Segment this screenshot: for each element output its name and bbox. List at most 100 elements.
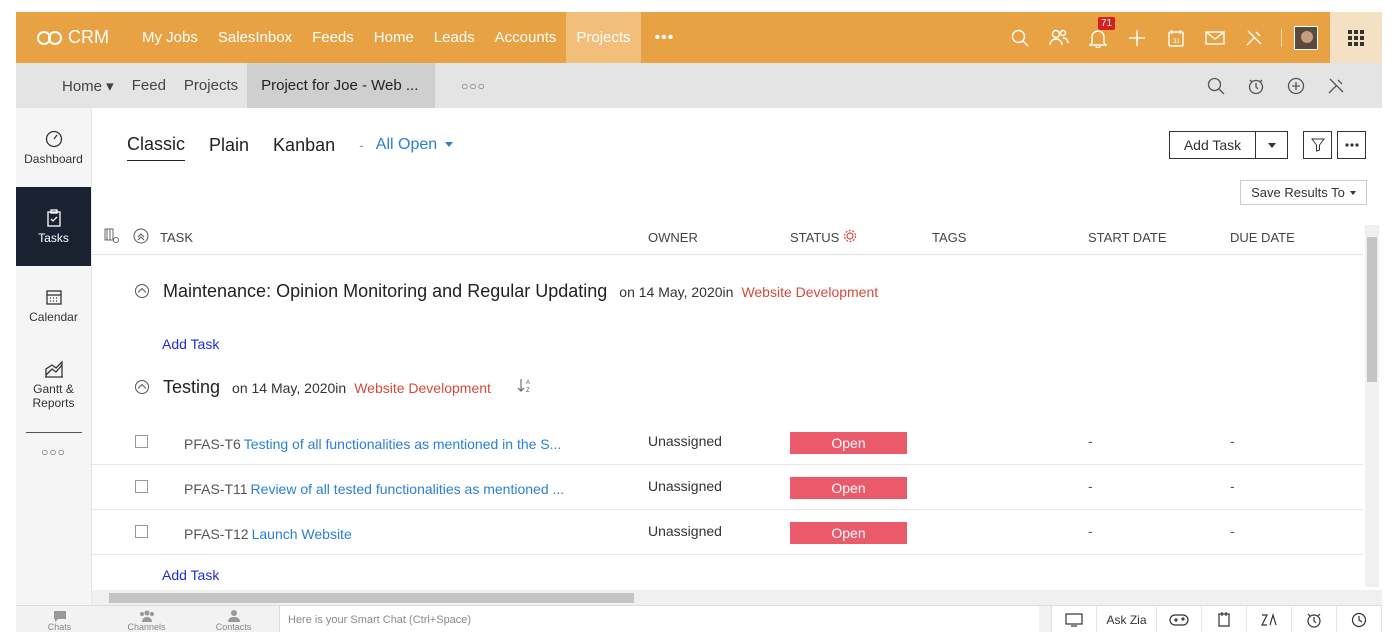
column-settings-icon[interactable] <box>104 228 120 244</box>
task-owner[interactable]: Unassigned <box>648 433 722 449</box>
more-options-button[interactable] <box>1337 131 1366 159</box>
subnav-home-dropdown[interactable]: Home ▾ <box>53 63 123 108</box>
scrollbar-thumb[interactable] <box>1367 237 1377 382</box>
task-owner[interactable]: Unassigned <box>648 523 722 539</box>
search-icon[interactable] <box>1000 12 1039 63</box>
channels-button[interactable]: Channels <box>103 606 190 632</box>
nav-home[interactable]: Home <box>364 12 424 63</box>
collapse-group-icon[interactable] <box>135 284 149 298</box>
task-due-date[interactable]: - <box>1230 523 1235 539</box>
add-task-link[interactable]: Add Task <box>162 336 219 352</box>
contacts-button[interactable]: Contacts <box>190 606 277 632</box>
filter-dropdown[interactable]: All Open <box>376 136 454 159</box>
ask-zia-button[interactable]: Ask Zia <box>1097 606 1157 632</box>
column-status[interactable]: STATUS <box>790 230 839 245</box>
task-id: PFAS-T6 <box>184 436 241 452</box>
vertical-scrollbar[interactable] <box>1365 225 1379 587</box>
column-tags[interactable]: TAGS <box>932 230 966 245</box>
sidebar-item-tasks[interactable]: Tasks <box>16 187 91 266</box>
collapse-group-icon[interactable] <box>135 380 149 394</box>
alarm-clock-icon[interactable] <box>1292 606 1337 632</box>
add-circle-icon[interactable] <box>1276 77 1316 95</box>
crm-logo[interactable]: CRM <box>16 27 132 48</box>
nav-salesinbox[interactable]: SalesInbox <box>208 12 302 63</box>
add-task-split-button: Add Task <box>1169 131 1288 159</box>
history-icon[interactable] <box>1337 606 1382 632</box>
save-results-dropdown[interactable]: Save Results To <box>1240 180 1367 205</box>
task-list-project-link[interactable]: Website Development <box>741 284 878 300</box>
task-name-link[interactable]: Testing of all functionalities as mentio… <box>244 436 562 452</box>
subnav-more-button[interactable]: ○○○ <box>435 79 512 93</box>
search-icon[interactable] <box>1196 77 1236 95</box>
horizontal-scrollbar[interactable] <box>92 590 1382 605</box>
task-id-cell: PFAS-T6 Testing of all functionalities as… <box>184 436 561 452</box>
nav-leads[interactable]: Leads <box>424 12 485 63</box>
status-settings-icon[interactable] <box>843 229 857 243</box>
sidebar-item-gantt-reports[interactable]: Gantt & Reports <box>16 345 91 424</box>
screen-share-icon[interactable] <box>1052 606 1097 632</box>
status-badge[interactable]: Open <box>790 522 907 544</box>
nav-my-jobs[interactable]: My Jobs <box>132 12 208 63</box>
add-task-button[interactable]: Add Task <box>1170 132 1256 158</box>
tab-plain[interactable]: Plain <box>209 135 249 161</box>
user-avatar[interactable] <box>1294 25 1318 50</box>
column-due-date[interactable]: DUE DATE <box>1230 230 1295 245</box>
collapse-all-icon[interactable] <box>133 228 149 244</box>
notifications-bell-icon[interactable]: 71 <box>1078 12 1117 63</box>
task-name-link[interactable]: Review of all tested functionalities as … <box>251 481 565 497</box>
add-icon[interactable] <box>1117 12 1156 63</box>
task-checkbox[interactable] <box>135 480 148 493</box>
table-row[interactable]: PFAS-T11 Review of all tested functionali… <box>92 465 1363 510</box>
notes-icon[interactable] <box>1202 606 1247 632</box>
column-task[interactable]: TASK <box>160 230 193 245</box>
task-name-link[interactable]: Launch Website <box>252 526 352 542</box>
nav-more-button[interactable]: ••• <box>641 12 689 63</box>
column-start-date[interactable]: START DATE <box>1088 230 1167 245</box>
chats-button[interactable]: Chats <box>16 606 103 632</box>
table-row[interactable]: PFAS-T12 Launch Website Unassigned Open -… <box>92 510 1363 555</box>
gamepad-icon[interactable] <box>1157 606 1202 632</box>
task-start-date[interactable]: - <box>1088 478 1093 494</box>
sort-az-icon[interactable]: AZ <box>517 377 533 393</box>
timer-icon[interactable] <box>1236 77 1276 95</box>
scrollbar-thumb[interactable] <box>109 593 634 603</box>
sidebar-item-calendar[interactable]: Calendar <box>16 266 91 345</box>
apps-grid-icon[interactable] <box>1330 12 1382 63</box>
task-start-date[interactable]: - <box>1088 433 1093 449</box>
subnav-projects[interactable]: Projects <box>175 63 247 108</box>
subnav-feed[interactable]: Feed <box>123 63 175 108</box>
tab-kanban[interactable]: Kanban <box>273 135 335 161</box>
sidebar-item-dashboard[interactable]: Dashboard <box>16 108 91 187</box>
tab-classic[interactable]: Classic <box>127 134 186 161</box>
users-icon[interactable] <box>1039 12 1078 63</box>
task-due-date[interactable]: - <box>1230 478 1235 494</box>
chat-bubble-icon <box>53 611 66 622</box>
nav-feeds[interactable]: Feeds <box>302 12 364 63</box>
add-task-link[interactable]: Add Task <box>162 567 219 583</box>
task-checkbox[interactable] <box>135 525 148 538</box>
more-dots-icon <box>1344 143 1359 147</box>
status-badge[interactable]: Open <box>790 432 907 454</box>
task-owner[interactable]: Unassigned <box>648 478 722 494</box>
crm-window: CRM My Jobs SalesInbox Feeds Home Leads … <box>16 12 1382 632</box>
task-due-date[interactable]: - <box>1230 433 1235 449</box>
tools-icon[interactable] <box>1316 77 1356 95</box>
smart-chat-input[interactable]: Here is your Smart Chat (Ctrl+Space) <box>279 606 1039 632</box>
status-badge[interactable]: Open <box>790 477 907 499</box>
zia-icon[interactable] <box>1247 606 1292 632</box>
task-checkbox[interactable] <box>135 435 148 448</box>
column-owner[interactable]: OWNER <box>648 230 698 245</box>
settings-tools-icon[interactable] <box>1234 12 1273 63</box>
task-start-date[interactable]: - <box>1088 523 1093 539</box>
filter-button[interactable] <box>1303 131 1332 159</box>
subnav-current-project-tab[interactable]: Project for Joe - Web ... <box>247 63 436 108</box>
add-task-dropdown[interactable] <box>1256 132 1287 158</box>
table-row[interactable]: PFAS-T6 Testing of all functionalities as… <box>92 420 1363 465</box>
chats-label: Chats <box>47 622 72 632</box>
sidebar-more-button[interactable]: ○○○ <box>16 445 91 459</box>
nav-projects[interactable]: Projects <box>566 12 641 63</box>
nav-accounts[interactable]: Accounts <box>485 12 567 63</box>
calendar-icon[interactable]: 31 <box>1156 12 1195 63</box>
mail-icon[interactable] <box>1195 12 1234 63</box>
task-list-project-link[interactable]: Website Development <box>354 380 491 396</box>
